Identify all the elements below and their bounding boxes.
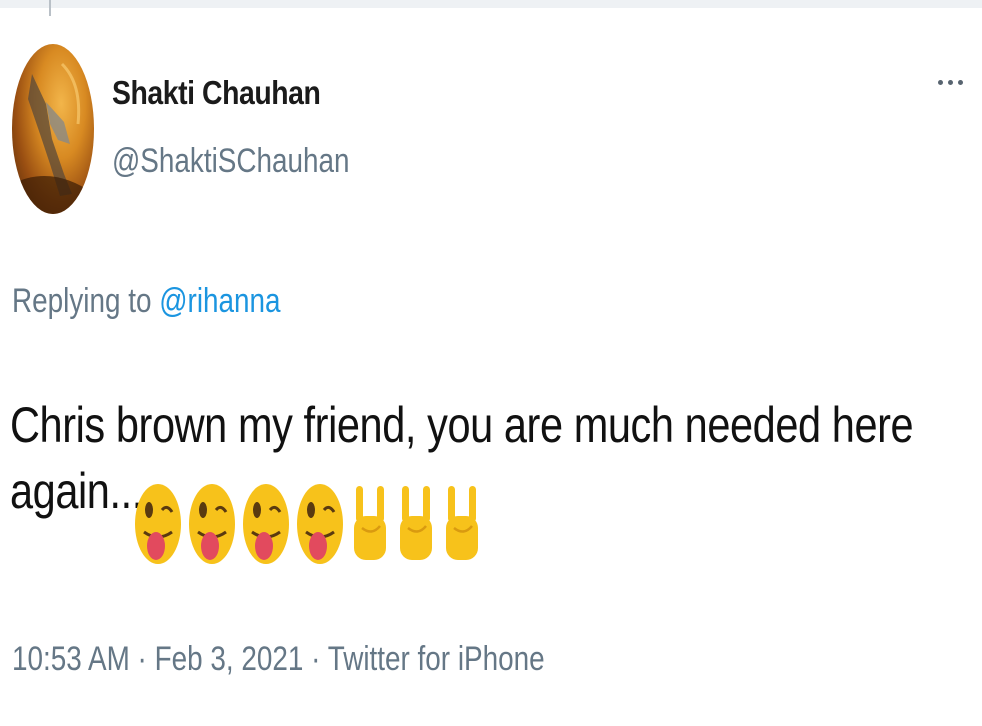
tweet-text-line-1: Chris brown my friend, you are much need… — [10, 397, 914, 453]
replying-to-line: Replying to @rihanna — [12, 282, 281, 321]
more-horizontal-icon — [958, 80, 963, 85]
sign-of-horns-emoji — [354, 486, 386, 560]
author-display-name[interactable]: Shakti Chauhan — [112, 74, 321, 112]
sign-of-horns-emoji — [400, 486, 432, 560]
more-horizontal-icon — [938, 80, 943, 85]
sign-of-horns-emoji — [446, 486, 478, 560]
reply-mention-link[interactable]: @rihanna — [159, 282, 280, 320]
author-handle[interactable]: @ShaktiSChauhan — [112, 142, 350, 181]
more-horizontal-icon — [948, 80, 953, 85]
avatar[interactable] — [12, 44, 94, 214]
profile-photo-icon — [12, 62, 94, 214]
tweet-source-link[interactable]: Twitter for iPhone — [328, 640, 545, 678]
replying-to-label: Replying to — [12, 282, 152, 320]
winking-tongue-face-emoji — [189, 484, 235, 564]
meta-separator: · — [137, 640, 147, 678]
tweet-text-line-2: again... — [10, 463, 143, 519]
more-options-button[interactable] — [938, 80, 963, 85]
tweet-time[interactable]: 10:53 AM — [12, 640, 130, 678]
winking-tongue-face-emoji — [135, 484, 181, 564]
meta-separator: · — [311, 640, 321, 678]
tweet-date[interactable]: Feb 3, 2021 — [155, 640, 304, 678]
winking-tongue-face-emoji — [243, 484, 289, 564]
tweet-meta: 10:53 AM · Feb 3, 2021 · Twitter for iPh… — [12, 640, 545, 679]
emoji-row — [134, 480, 482, 568]
tweet-card: Shakti Chauhan @ShaktiSChauhan Replying … — [0, 0, 982, 726]
winking-tongue-face-emoji — [297, 484, 343, 564]
